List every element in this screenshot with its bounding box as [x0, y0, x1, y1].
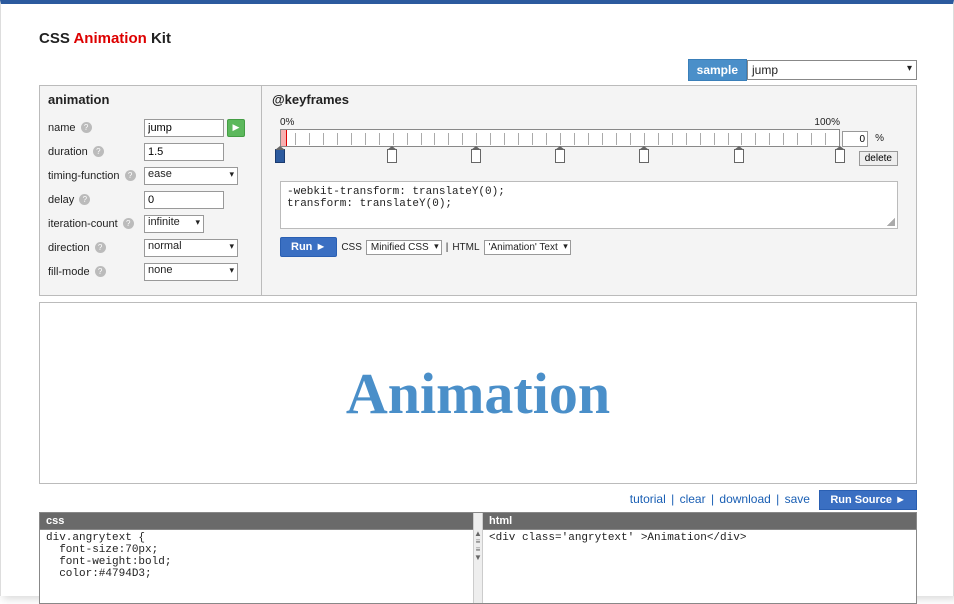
preview-text: Animation — [346, 360, 610, 427]
page-title: CSS Animation Kit — [39, 30, 917, 47]
help-icon[interactable]: ? — [93, 146, 104, 157]
config-panels: animation name ? ▶ duration ? timing-fun… — [39, 85, 917, 296]
prop-delay-label: delay ? — [48, 194, 144, 206]
animation-heading: animation — [48, 92, 253, 107]
timeline-cursor[interactable] — [281, 130, 287, 146]
prop-direction-label: direction ? — [48, 242, 144, 254]
keyframe-marker[interactable] — [734, 149, 744, 163]
prop-duration-label: duration ? — [48, 146, 144, 158]
keyframe-code-editor[interactable]: -webkit-transform: translateY(0); transf… — [280, 181, 898, 229]
keyframe-marker[interactable] — [835, 149, 845, 163]
prop-name-label: name ? — [48, 122, 144, 134]
preview-pane: Animation — [39, 302, 917, 484]
duration-input[interactable] — [144, 143, 224, 161]
keyframe-marker[interactable] — [639, 149, 649, 163]
keyframe-percent-input[interactable] — [842, 131, 868, 147]
prop-iteration-label: iteration-count ? — [48, 218, 144, 230]
iteration-select[interactable]: infinite — [144, 215, 204, 233]
sample-row: samplejump — [39, 59, 917, 81]
css-source-column: css div.angrytext { font-size:70px; font… — [40, 513, 473, 603]
source-splitter[interactable]: ▲≡≡▼ — [473, 513, 483, 603]
html-format-select[interactable]: 'Animation' Text — [484, 240, 571, 255]
html-source-column: html <div class='angrytext' >Animation</… — [483, 513, 916, 603]
delay-input[interactable] — [144, 191, 224, 209]
app-frame: CSS Animation Kit samplejump animation n… — [0, 0, 954, 596]
keyframe-marker[interactable] — [275, 149, 285, 163]
save-link[interactable]: save — [785, 492, 810, 506]
fillmode-select[interactable]: none — [144, 263, 238, 281]
prop-timing-label: timing-function ? — [48, 170, 144, 182]
timing-select[interactable]: ease — [144, 167, 238, 185]
run-source-button[interactable]: Run Source ► — [819, 490, 917, 510]
timeline-ruler[interactable] — [280, 129, 840, 147]
sample-select[interactable]: jump — [747, 60, 917, 80]
keyframes-panel: @keyframes 0% 100% % delete -webkit-tran… — [262, 86, 916, 295]
direction-select[interactable]: normal — [144, 239, 238, 257]
name-input[interactable] — [144, 119, 224, 137]
action-links: tutorial | clear | download | save Run S… — [39, 490, 917, 510]
sample-label: sample — [688, 59, 747, 81]
clear-link[interactable]: clear — [680, 492, 706, 506]
help-icon[interactable]: ? — [95, 242, 106, 253]
run-button[interactable]: Run ► — [280, 237, 337, 257]
delete-keyframe-button[interactable]: delete — [859, 151, 898, 166]
html-format-label: HTML — [452, 242, 479, 253]
css-format-label: CSS — [341, 242, 362, 253]
help-icon[interactable]: ? — [95, 266, 106, 277]
play-button[interactable]: ▶ — [227, 119, 245, 137]
animation-panel: animation name ? ▶ duration ? timing-fun… — [40, 86, 262, 295]
help-icon[interactable]: ? — [79, 194, 90, 205]
html-source-editor[interactable]: <div class='angrytext' >Animation</div> — [483, 529, 916, 603]
help-icon[interactable]: ? — [123, 218, 134, 229]
css-source-editor[interactable]: div.angrytext { font-size:70px; font-wei… — [40, 529, 473, 603]
keyframe-marker[interactable] — [555, 149, 565, 163]
format-separator: | — [446, 242, 449, 253]
keyframe-marker[interactable] — [387, 149, 397, 163]
css-format-select[interactable]: Minified CSS — [366, 240, 442, 255]
help-icon[interactable]: ? — [81, 122, 92, 133]
css-source-heading: css — [40, 513, 473, 529]
source-panels: css div.angrytext { font-size:70px; font… — [39, 512, 917, 604]
download-link[interactable]: download — [719, 492, 770, 506]
tutorial-link[interactable]: tutorial — [630, 492, 666, 506]
timeline-0pct-label: 0% — [280, 117, 294, 128]
keyframe-marker[interactable] — [471, 149, 481, 163]
keyframes-heading: @keyframes — [272, 92, 906, 107]
percent-unit: % — [875, 133, 884, 144]
prop-fillmode-label: fill-mode ? — [48, 266, 144, 278]
run-row: Run ► CSS Minified CSS | HTML 'Animation… — [280, 237, 898, 257]
timeline: 0% 100% % delete — [280, 117, 898, 173]
help-icon[interactable]: ? — [125, 170, 136, 181]
html-source-heading: html — [483, 513, 916, 529]
keyframe-markers — [280, 149, 840, 167]
timeline-100pct-label: 100% — [814, 117, 840, 128]
